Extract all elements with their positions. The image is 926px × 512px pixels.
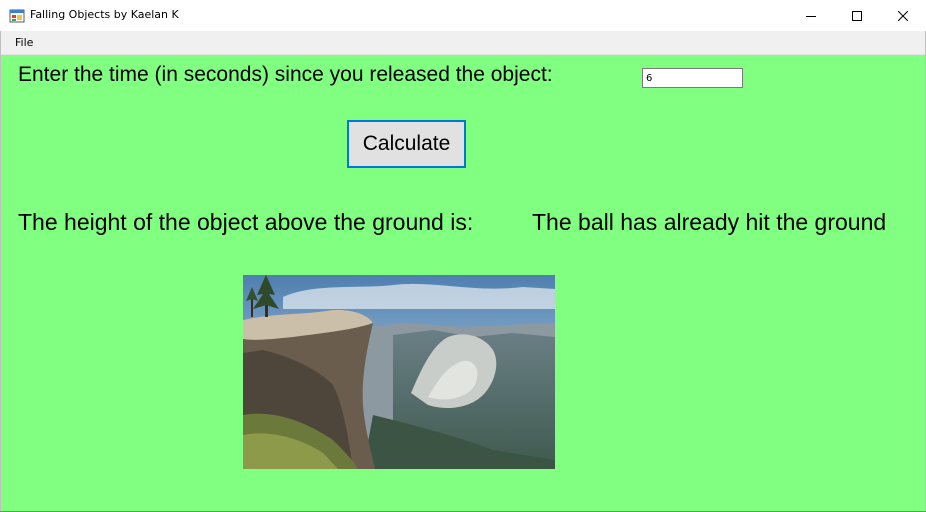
menu-bar: File: [0, 31, 926, 55]
window-left-border: [0, 31, 1, 512]
maximize-icon: [852, 10, 862, 21]
maximize-button[interactable]: [834, 0, 880, 31]
minimize-icon: [806, 15, 816, 17]
calculate-button[interactable]: Calculate: [347, 120, 466, 168]
title-bar[interactable]: Falling Objects by Kaelan K: [0, 0, 926, 31]
menu-file[interactable]: File: [9, 35, 39, 50]
minimize-button[interactable]: [788, 0, 834, 31]
height-label: The height of the object above the groun…: [18, 209, 474, 235]
window-title: Falling Objects by Kaelan K: [30, 8, 179, 21]
result-label: The ball has already hit the ground: [532, 209, 887, 235]
close-button[interactable]: [880, 0, 926, 31]
form-app-icon: [9, 9, 25, 23]
close-icon: [898, 10, 908, 21]
cliff-valley-photo: [243, 275, 555, 469]
time-prompt-label: Enter the time (in seconds) since you re…: [18, 63, 553, 86]
time-input[interactable]: [642, 68, 743, 88]
